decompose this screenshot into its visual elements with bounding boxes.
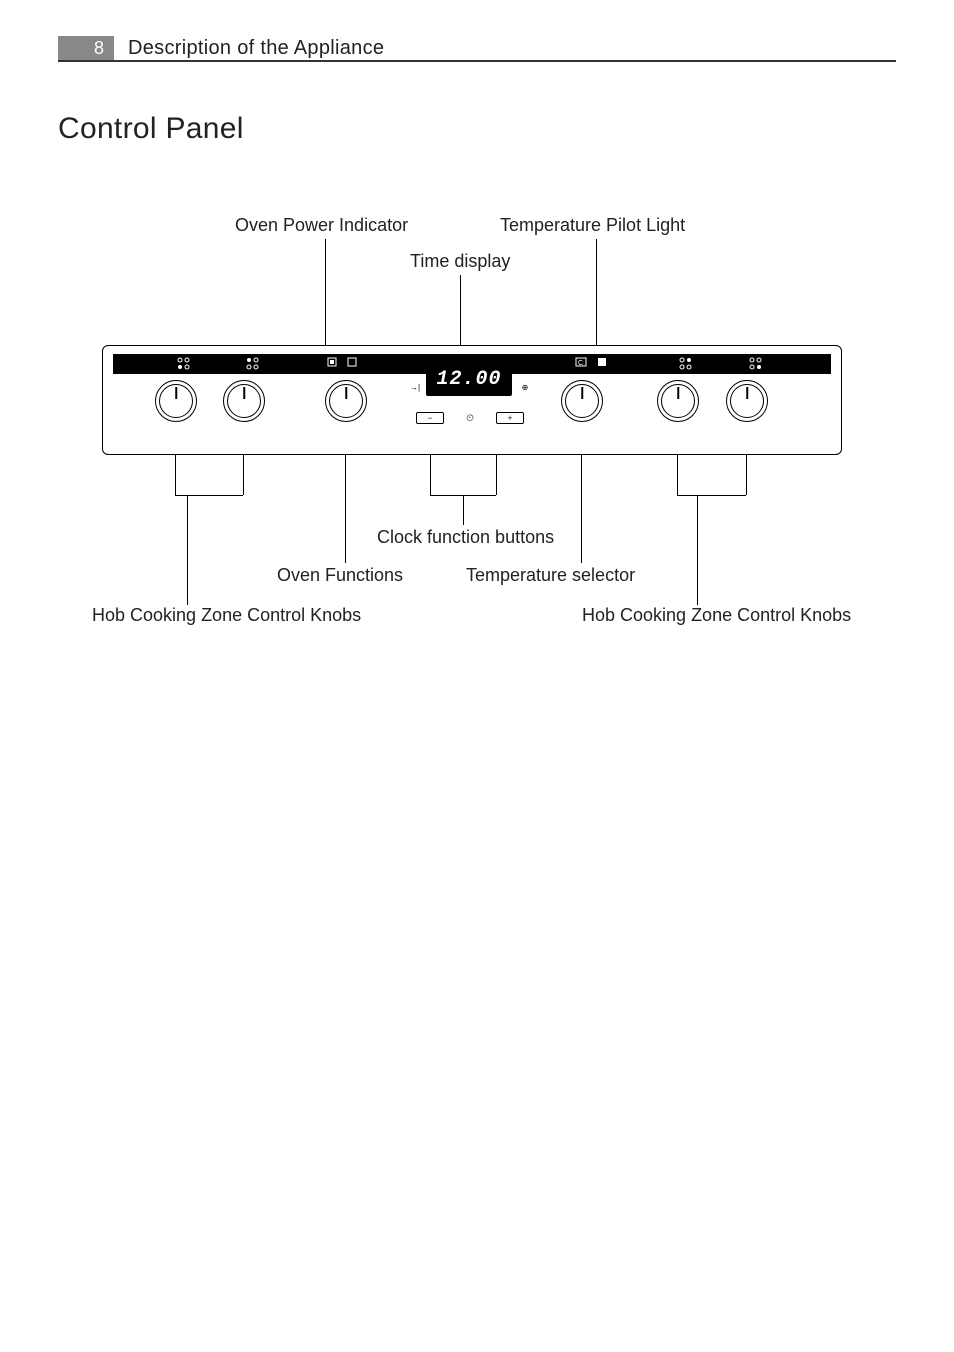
temperature-icon: C bbox=[575, 357, 587, 367]
duration-icon: ⇥ bbox=[412, 366, 419, 375]
temperature-selector-knob bbox=[561, 380, 603, 422]
leader-hob-rd bbox=[697, 495, 698, 605]
leader-hob-r1 bbox=[677, 455, 678, 495]
hob-knob-2 bbox=[223, 380, 265, 422]
svg-text:C: C bbox=[578, 360, 583, 367]
hob-zone-icon bbox=[749, 357, 763, 371]
leader-hob-r2 bbox=[746, 455, 747, 495]
label-hob-knobs-right: Hob Cooking Zone Control Knobs bbox=[582, 605, 851, 626]
hob-knob-3 bbox=[657, 380, 699, 422]
time-display-module: ⇥ →| 12.00 ⚠ ⊕ − ⏲ + bbox=[406, 362, 534, 426]
clock-plus-button: + bbox=[496, 412, 524, 424]
label-oven-functions: Oven Functions bbox=[277, 565, 403, 586]
label-clock-function-buttons: Clock function buttons bbox=[377, 527, 554, 548]
leader-clock-drop bbox=[463, 495, 464, 525]
oven-function-knob bbox=[325, 380, 367, 422]
clock-icon: ⊕ bbox=[522, 383, 529, 392]
alarm-icon: ⚠ bbox=[521, 366, 528, 375]
leader-hob-lh bbox=[175, 495, 243, 496]
end-time-icon: →| bbox=[410, 383, 420, 392]
label-oven-power-indicator: Oven Power Indicator bbox=[235, 215, 408, 236]
page-number: 8 bbox=[58, 36, 114, 60]
leader-temp-sel bbox=[581, 455, 582, 563]
leader-hob-l2 bbox=[243, 455, 244, 495]
clock-minus-button: − bbox=[416, 412, 444, 424]
oven-function-icon bbox=[347, 357, 357, 367]
label-temperature-pilot-light: Temperature Pilot Light bbox=[500, 215, 685, 236]
chapter-title: Description of the Appliance bbox=[114, 36, 384, 60]
lcd-time-value: 12.00 bbox=[426, 362, 512, 396]
hob-zone-icon bbox=[177, 357, 191, 371]
lcd-right-icons: ⚠ ⊕ bbox=[518, 362, 532, 396]
leader-hob-l1 bbox=[175, 455, 176, 495]
hob-zone-icon bbox=[679, 357, 693, 371]
hob-knob-1 bbox=[155, 380, 197, 422]
leader-hob-ld bbox=[187, 495, 188, 605]
hob-zone-icon bbox=[246, 357, 260, 371]
pilot-light-icon bbox=[597, 357, 607, 367]
page-header: 8 Description of the Appliance bbox=[58, 36, 896, 62]
leader-temp-pilot bbox=[596, 239, 597, 355]
leader-oven-func bbox=[345, 455, 346, 563]
label-hob-knobs-left: Hob Cooking Zone Control Knobs bbox=[92, 605, 361, 626]
label-time-display: Time display bbox=[410, 251, 510, 272]
leader-clock-r bbox=[496, 455, 497, 495]
leader-clock-l bbox=[430, 455, 431, 495]
section-title: Control Panel bbox=[58, 112, 244, 146]
hob-knob-4 bbox=[726, 380, 768, 422]
control-panel-diagram: Oven Power Indicator Temperature Pilot L… bbox=[92, 175, 852, 645]
power-indicator-icon bbox=[327, 357, 337, 367]
clock-button-row: − ⏲ + bbox=[416, 410, 524, 426]
label-temperature-selector: Temperature selector bbox=[466, 565, 635, 586]
leader-oven-power bbox=[325, 239, 326, 355]
lcd-left-icons: ⇥ →| bbox=[408, 362, 422, 396]
control-panel-illustration: C ⇥ →| 12.00 ⚠ bbox=[102, 345, 842, 455]
clock-mode-icon: ⏲ bbox=[466, 413, 474, 424]
leader-hob-rh bbox=[677, 495, 746, 496]
